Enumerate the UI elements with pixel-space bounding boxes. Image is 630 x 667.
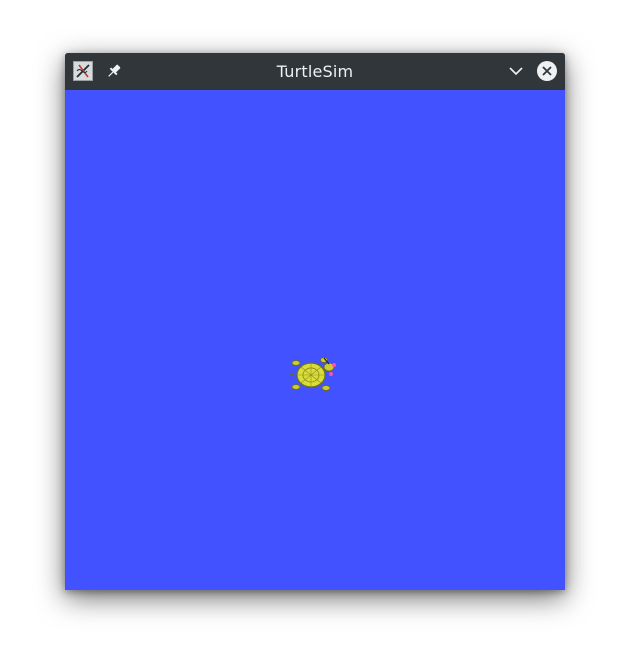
turtle-icon (290, 354, 338, 396)
turtlesim-window: TurtleSim (65, 53, 565, 590)
close-icon[interactable] (536, 60, 558, 82)
turtle-canvas (65, 90, 565, 590)
title-bar[interactable]: TurtleSim (65, 53, 565, 90)
pin-icon[interactable] (105, 62, 123, 80)
chevron-down-icon[interactable] (507, 62, 525, 80)
x-app-icon[interactable] (73, 61, 93, 81)
window-title: TurtleSim (276, 62, 354, 81)
